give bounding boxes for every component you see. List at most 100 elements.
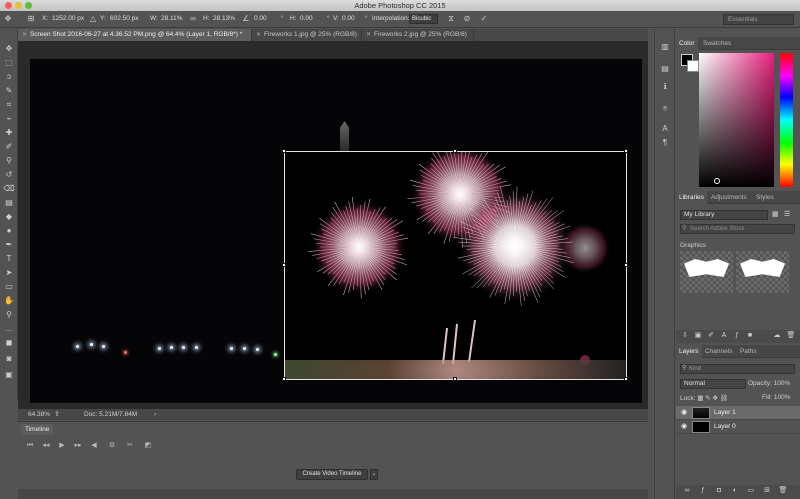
previous-frame-icon[interactable]: ◂◂ [40, 440, 52, 452]
transform-handle-bottom-left[interactable] [282, 377, 286, 381]
tab-layers[interactable]: Layers [676, 345, 702, 358]
move-tool-icon[interactable]: ✥ [3, 43, 15, 55]
close-tab-icon[interactable]: ✕ [366, 32, 371, 38]
interpolation-select[interactable]: Bicubic [409, 14, 438, 24]
history-brush-tool-icon[interactable]: ↺ [3, 169, 15, 181]
play-icon[interactable]: ▶ [56, 440, 68, 452]
brush-presets-icon[interactable]: ⍟ [659, 103, 671, 115]
tab-color[interactable]: Color [676, 37, 698, 50]
document-window[interactable] [18, 41, 648, 409]
share-icon[interactable]: ⇪ [54, 409, 60, 420]
fx-icon[interactable]: ƒ [732, 331, 742, 341]
visibility-icon[interactable]: ◉ [679, 408, 689, 418]
dodge-tool-icon[interactable]: ● [3, 225, 15, 237]
cancel-transform-icon[interactable]: ⊘ [462, 14, 472, 24]
zoom-tool-icon[interactable]: ⚲ [3, 309, 15, 321]
paragraph-icon[interactable]: ¶ [659, 137, 671, 149]
info-icon[interactable]: ℹ [659, 81, 671, 93]
relative-position-icon[interactable]: △ [88, 14, 98, 24]
transform-handle-bottom[interactable] [453, 377, 457, 381]
adjustment-layer-icon[interactable]: ◐ [730, 486, 740, 496]
fx-icon[interactable]: ƒ [698, 486, 708, 496]
crop-tool-icon[interactable]: ⌗ [3, 99, 15, 111]
transform-handle-right[interactable] [624, 263, 628, 267]
history-icon[interactable]: ▥ [659, 41, 671, 53]
color-picker-field[interactable] [699, 53, 774, 187]
shape-tool-icon[interactable]: ▭ [3, 281, 15, 293]
audio-icon[interactable]: ◀ [88, 440, 100, 452]
move-tool-preset-icon[interactable]: ✥ [3, 14, 13, 24]
lasso-tool-icon[interactable]: ↄ [3, 71, 15, 83]
folder-icon[interactable]: ▭ [746, 486, 756, 496]
document-tab-1[interactable]: ✕ Fireworks 1.jpg @ 25% (RGB/8) [252, 29, 362, 41]
eraser-tool-icon[interactable]: ⌫ [3, 183, 15, 195]
visibility-icon[interactable]: ◉ [679, 422, 689, 432]
zoom-window-button[interactable] [25, 2, 32, 9]
layer-name[interactable]: Layer 1 [714, 406, 736, 420]
color-picker-cursor[interactable] [714, 178, 720, 184]
tab-channels[interactable]: Channels [702, 345, 735, 358]
tab-libraries[interactable]: Libraries [676, 191, 707, 204]
grid-view-icon[interactable]: ▦ [772, 210, 779, 218]
hue-slider[interactable] [780, 53, 793, 187]
settings-gear-icon[interactable]: ⚙ [106, 440, 118, 452]
color-swatch-icon[interactable]: ■ [745, 331, 755, 341]
library-select[interactable]: My Library [680, 210, 768, 220]
screen-mode-icon[interactable]: ▣ [3, 369, 15, 381]
commit-transform-icon[interactable]: ✓ [479, 14, 489, 24]
library-graphic-item[interactable] [736, 251, 789, 293]
cloud-sync-icon[interactable]: ☁ [772, 331, 782, 341]
new-layer-icon[interactable]: ⊞ [762, 486, 772, 496]
first-frame-icon[interactable]: ⏮ [24, 440, 36, 452]
workspace-select[interactable]: Essentials [723, 14, 794, 25]
brush-icon[interactable]: ✐ [706, 331, 716, 341]
trash-icon[interactable]: 🗑 [786, 331, 796, 341]
blur-tool-icon[interactable]: ◆ [3, 211, 15, 223]
status-menu-arrow-icon[interactable]: › [154, 409, 156, 420]
layer-mask-icon[interactable]: ◘ [714, 486, 724, 496]
trash-icon[interactable]: 🗑 [778, 486, 788, 496]
timeline-tab[interactable]: Timeline [21, 424, 54, 435]
close-tab-icon[interactable]: ✕ [22, 32, 27, 38]
lock-icons[interactable]: ▦ ✎ ✥ ⛓ [697, 395, 728, 402]
opacity-value-field[interactable]: 100% [774, 380, 791, 387]
zoom-level[interactable]: 64.38% [28, 409, 50, 420]
transition-icon[interactable]: ◩ [142, 440, 154, 452]
create-video-timeline-button[interactable]: Create Video Timeline [296, 469, 368, 480]
tab-styles[interactable]: Styles [753, 191, 777, 204]
close-window-button[interactable] [5, 2, 12, 9]
layer-name[interactable]: Layer 0 [714, 420, 736, 434]
transform-handle-top[interactable] [453, 149, 457, 153]
list-view-icon[interactable]: ☰ [784, 210, 790, 218]
quick-mask-icon[interactable]: ◙ [3, 353, 15, 365]
layer-row[interactable]: ◉ Layer 0 [676, 420, 800, 434]
transform-handle-left[interactable] [282, 263, 286, 267]
tab-paths[interactable]: Paths [737, 345, 760, 358]
tab-adjustments[interactable]: Adjustments [708, 191, 750, 204]
layer-filter-select[interactable]: Kind [680, 364, 795, 374]
vskew-value-field[interactable]: 0.00 [342, 14, 355, 24]
background-color-swatch[interactable] [687, 60, 699, 72]
height-value-field[interactable]: 28.13% [213, 14, 235, 24]
warp-mode-icon[interactable]: ⧖ [446, 14, 456, 24]
link-layers-icon[interactable]: ∞ [682, 486, 692, 496]
library-graphic-item[interactable] [680, 251, 733, 293]
hskew-value-field[interactable]: 0.00 [300, 14, 313, 24]
library-search-input[interactable]: Search Adobe Stock [680, 224, 795, 234]
text-style-icon[interactable]: A [719, 331, 729, 341]
tab-swatches[interactable]: Swatches [700, 37, 734, 50]
marquee-tool-icon[interactable]: ⬚ [3, 57, 15, 69]
layer-row[interactable]: ◉ Layer 1 [676, 406, 800, 420]
reference-point-icon[interactable]: ⊞ [26, 14, 36, 24]
document-canvas[interactable] [30, 59, 642, 403]
gradient-tool-icon[interactable]: ▤ [3, 197, 15, 209]
width-value-field[interactable]: 28.11% [161, 14, 183, 24]
healing-brush-tool-icon[interactable]: ✚ [3, 127, 15, 139]
transform-handle-top-right[interactable] [624, 149, 628, 153]
minimize-window-button[interactable] [15, 2, 22, 9]
chevron-down-icon[interactable]: ⌄ [370, 469, 378, 480]
brush-tool-icon[interactable]: ✐ [3, 141, 15, 153]
character-icon[interactable]: A [659, 123, 671, 135]
hand-tool-icon[interactable]: ✋ [3, 295, 15, 307]
next-frame-icon[interactable]: ▸▸ [72, 440, 84, 452]
